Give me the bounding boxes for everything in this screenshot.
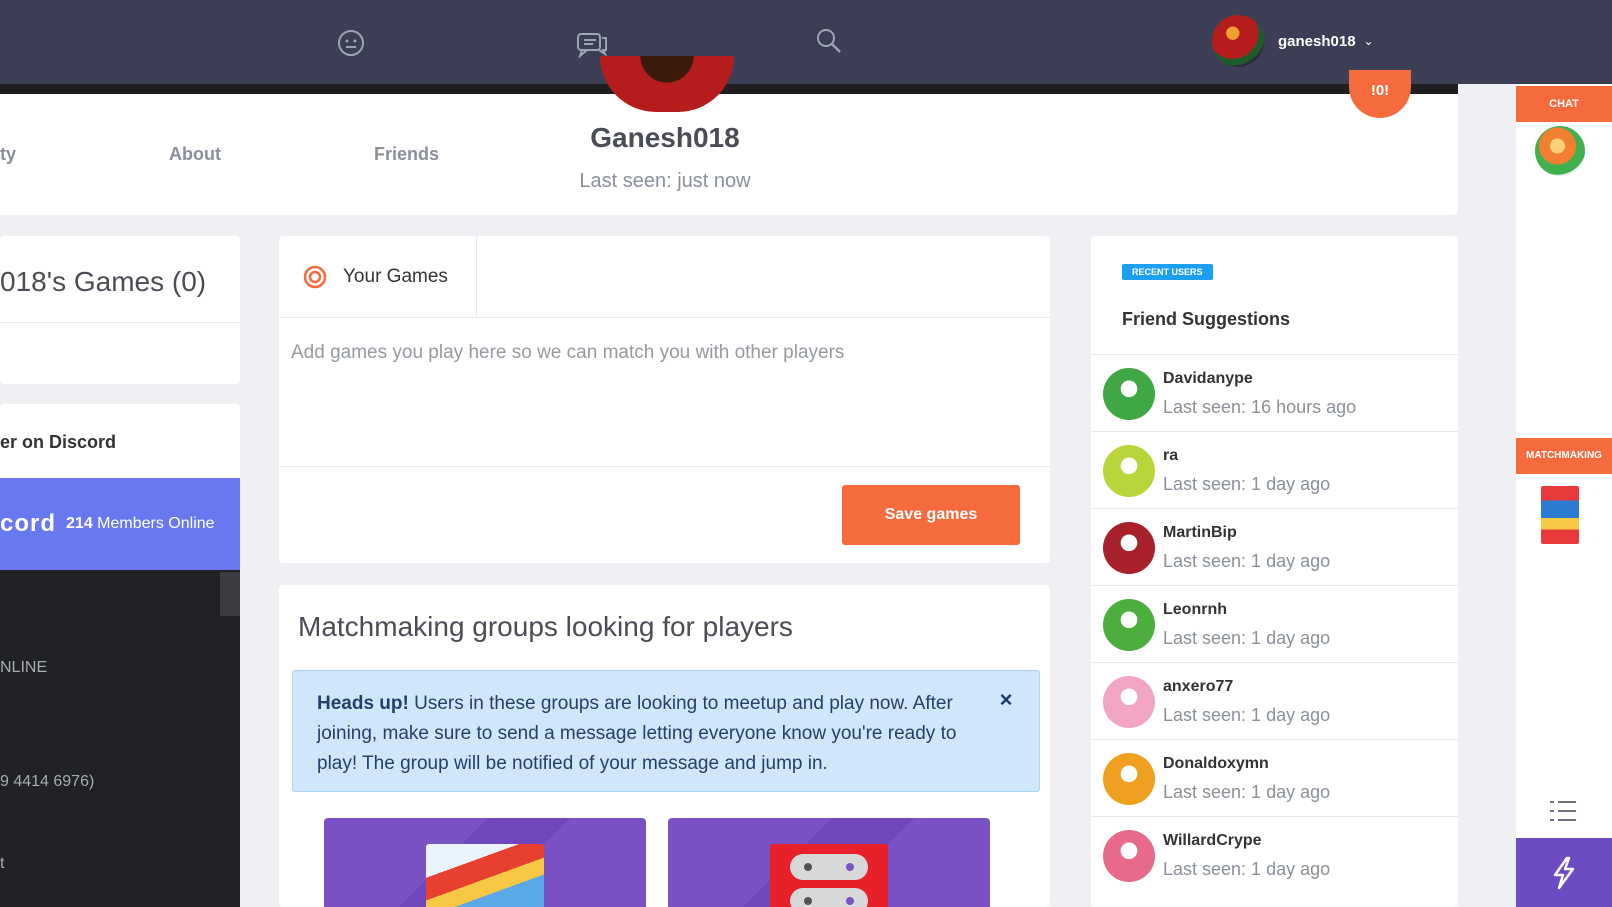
chat-bubbles-icon[interactable] [576,28,610,58]
discord-phone-text: 9 4414 6976) [0,773,95,790]
matchmaking-group-tile[interactable] [324,818,646,907]
search-icon[interactable] [814,26,844,56]
list-item[interactable]: Leonrnh Last seen: 1 day ago [1091,585,1458,662]
cover-image [0,84,1458,94]
user-name[interactable]: WillardCrype [1163,832,1262,850]
last-seen: Last seen: 1 day ago [1163,705,1331,725]
games-input[interactable] [279,318,1050,466]
chevron-down-icon[interactable]: ⌄ [1364,34,1374,48]
list-item[interactable]: anxero77 Last seen: 1 day ago [1091,662,1458,739]
close-icon[interactable]: × [996,689,1016,711]
games-count-card [0,236,240,384]
alert-text: Users in these groups are looking to mee… [317,693,957,774]
discord-text: t [0,855,5,872]
matchmaking-tab[interactable]: MATCHMAKING [1516,438,1612,474]
alert-strong: Heads up! [317,693,409,714]
feature-button[interactable] [1516,838,1612,907]
last-seen: Last seen: 1 day ago [1163,782,1331,802]
tab-friends[interactable]: Friends [374,144,439,165]
user-name[interactable]: MartinBip [1163,524,1237,542]
discord-banner[interactable]: cord 214 Members Online [0,478,240,570]
avatar[interactable] [1103,830,1155,882]
list-item[interactable]: Davidanype Last seen: 16 hours ago [1091,354,1458,431]
list-item[interactable]: ra Last seen: 1 day ago [1091,431,1458,508]
last-seen: Last seen: 16 hours ago [1163,397,1357,417]
last-seen: Last seen: 1 day ago [1163,628,1331,648]
user-name[interactable]: ra [1163,447,1178,465]
profile-last-seen: Last seen: just now [579,170,751,192]
game-cover-image [426,844,544,907]
last-seen: Last seen: 1 day ago [1163,474,1331,494]
user-name[interactable]: anxero77 [1163,678,1233,696]
your-games-label: Your Games [343,266,448,287]
discord-logo-text: cord [0,510,57,537]
divider [279,466,1050,467]
last-seen: Last seen: 1 day ago [1163,551,1331,571]
user-menu[interactable]: ganesh018 ⌄ [1212,15,1374,67]
game-cover-image[interactable] [1541,486,1579,544]
heads-up-alert: Heads up! Users in these groups are look… [292,670,1040,792]
controller-icon [790,854,868,907]
recent-users-badge: RECENT USERS [1122,264,1213,280]
last-seen: Last seen: 1 day ago [1163,859,1331,879]
discord-heading: er on Discord [0,432,117,452]
list-item[interactable]: Donaldoxymn Last seen: 1 day ago [1091,739,1458,816]
matchmaking-group-tile[interactable] [668,818,990,907]
lightning-icon [1553,856,1575,889]
avatar[interactable] [1103,676,1155,728]
target-icon [303,265,327,289]
discord-members-online: 214 Members Online [66,515,215,533]
tab-your-games[interactable]: Your Games [279,236,477,318]
friend-suggestions-list: Davidanype Last seen: 16 hours ago ra La… [1091,354,1458,893]
avatar[interactable] [1535,126,1585,176]
game-cover-image [770,844,888,907]
members-label: Members Online [97,515,215,532]
nav-username[interactable]: ganesh018 [1278,33,1356,50]
menu-icon[interactable] [1548,798,1578,824]
members-count: 214 [66,515,93,532]
friend-suggestions-title: Friend Suggestions [1122,309,1291,329]
list-item[interactable]: MartinBip Last seen: 1 day ago [1091,508,1458,585]
scrollbar[interactable] [220,572,240,616]
avatar[interactable] [1103,368,1155,420]
user-name[interactable]: Leonrnh [1163,601,1227,619]
emoji-icon[interactable] [336,28,366,58]
divider [0,322,240,323]
avatar[interactable] [1103,445,1155,497]
matchmaking-title: Matchmaking groups looking for players [298,611,793,642]
discord-widget [0,570,240,907]
list-item[interactable]: WillardCrype Last seen: 1 day ago [1091,816,1458,893]
save-games-button[interactable]: Save games [842,485,1020,545]
tab-activity[interactable]: ty [0,144,16,165]
profile-name: Ganesh018 [590,122,740,153]
games-count-title: 018's Games (0) [0,266,207,297]
avatar[interactable] [1212,15,1264,67]
user-name[interactable]: Donaldoxymn [1163,755,1269,773]
tab-about[interactable]: About [169,144,221,165]
chat-tab[interactable]: CHAT [1516,86,1612,122]
user-name[interactable]: Davidanype [1163,370,1253,388]
avatar[interactable] [1103,599,1155,651]
avatar[interactable] [1103,753,1155,805]
avatar[interactable] [1103,522,1155,574]
discord-online-label: NLINE [0,659,48,676]
